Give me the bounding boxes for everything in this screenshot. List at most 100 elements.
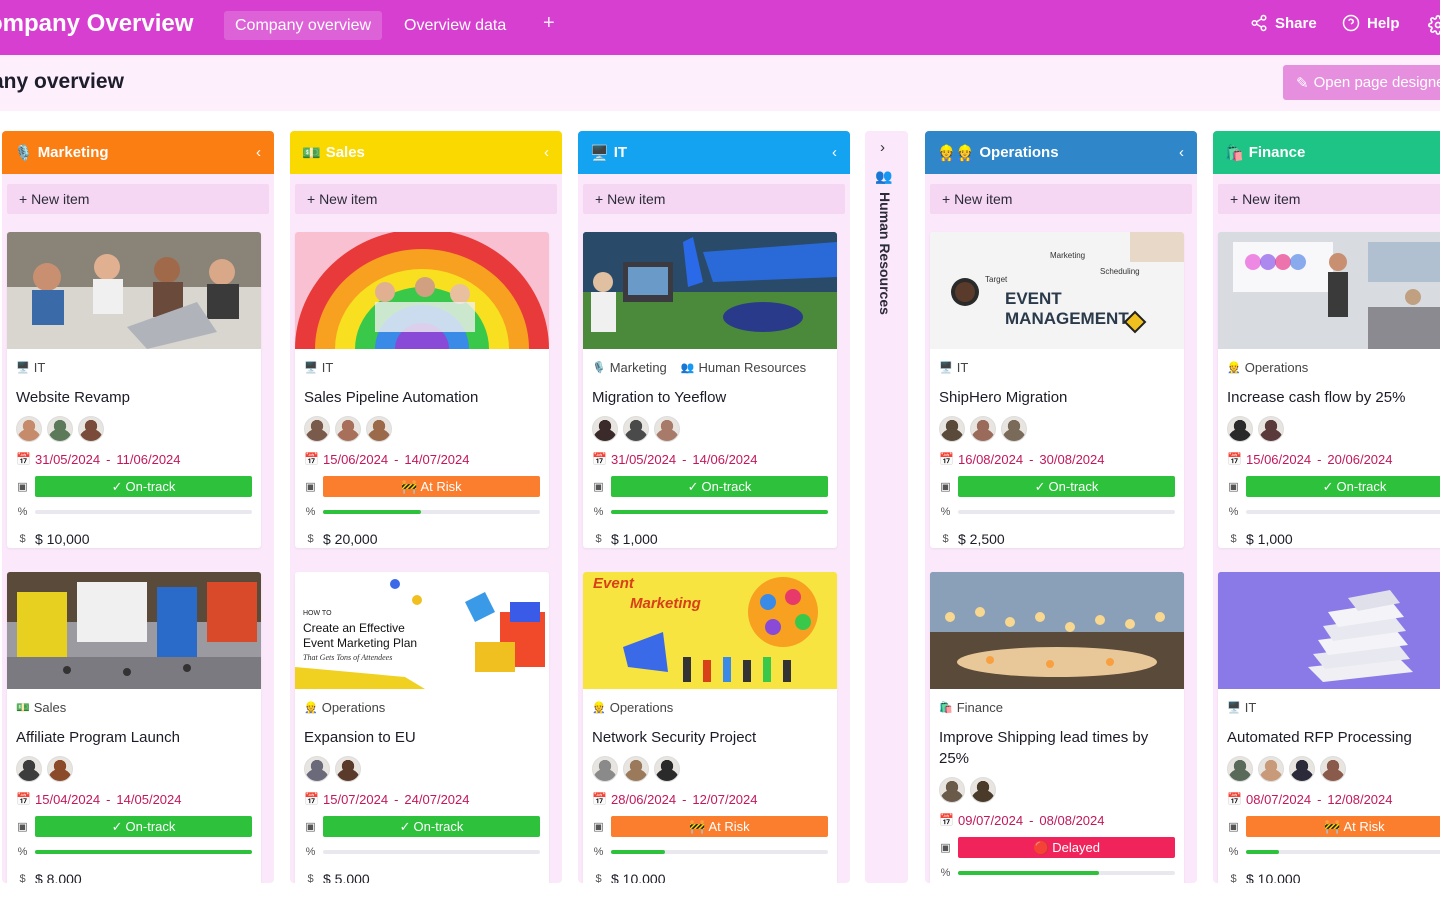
help-button[interactable]: Help: [1342, 14, 1400, 32]
status-badge[interactable]: ✓ On-track: [35, 476, 252, 497]
task-card[interactable]: 🖥️ IT Automated RFP Processing 📅 08/07/20…: [1218, 572, 1440, 883]
avatar[interactable]: [304, 416, 330, 442]
task-card[interactable]: 🖥️ IT Website Revamp 📅 31/05/2024 - 11/06…: [7, 232, 261, 548]
task-card[interactable]: 👷 Operations Increase cash flow by 25% 📅 …: [1218, 232, 1440, 548]
column-header[interactable]: 👷👷 Operations ‹: [925, 131, 1197, 174]
task-card[interactable]: 🛍️ Finance Improve Shipping lead times by…: [930, 572, 1184, 883]
task-card[interactable]: EVENT MANAGEMENT Marketing Scheduling Target…: [930, 232, 1184, 548]
column-human-resources-collapsed[interactable]: › 👥 Human Resources: [865, 131, 908, 883]
avatar[interactable]: [592, 416, 618, 442]
card-department-tag: 👷 Operations: [304, 699, 540, 715]
settings-button[interactable]: [1428, 15, 1440, 40]
column-header[interactable]: 💵 Sales ‹: [290, 131, 562, 174]
budget-row: $ $ 20,000: [304, 530, 540, 548]
tab-company-overview[interactable]: Company overview: [224, 11, 383, 40]
avatar[interactable]: [1258, 416, 1284, 442]
avatar[interactable]: [335, 756, 361, 782]
new-item-button[interactable]: + New item: [930, 184, 1192, 214]
avatar[interactable]: [16, 416, 42, 442]
status-label: At Risk: [1343, 819, 1385, 834]
avatar[interactable]: [623, 756, 649, 782]
avatar[interactable]: [970, 416, 996, 442]
avatar[interactable]: [366, 416, 392, 442]
status-badge[interactable]: ✓ On-track: [611, 476, 828, 497]
status-badge[interactable]: 🔴 Delayed: [958, 837, 1175, 858]
avatar[interactable]: [335, 416, 361, 442]
avatar[interactable]: [1227, 416, 1253, 442]
calendar-icon: 📅: [1227, 452, 1242, 466]
column-header[interactable]: 🛍️Finance ‹: [1213, 131, 1440, 174]
status-icon: ✓: [687, 478, 699, 494]
task-card[interactable]: 💵 Sales Affiliate Program Launch 📅 15/04/…: [7, 572, 261, 883]
date-separator: -: [394, 791, 399, 807]
avatar[interactable]: [304, 756, 330, 782]
tab-overview-data[interactable]: Overview data: [393, 11, 517, 40]
column-header[interactable]: 🖥️ IT ‹: [578, 131, 850, 174]
add-tab-button[interactable]: +: [543, 12, 555, 35]
open-page-designer-button[interactable]: ✎ Open page designe: [1283, 65, 1440, 100]
calendar-icon: 📅: [1227, 792, 1242, 806]
avatar[interactable]: [654, 756, 680, 782]
status-badge[interactable]: 🚧 At Risk: [323, 476, 540, 497]
column-finance: 🛍️Finance ‹ + New item 👷Operations Incre…: [1213, 131, 1440, 883]
card-cover-image: [7, 232, 261, 349]
avatar[interactable]: [592, 756, 618, 782]
date-separator: -: [106, 451, 111, 467]
svg-text:Target: Target: [985, 275, 1008, 284]
date-separator: -: [106, 791, 111, 807]
assignee-avatars: [939, 777, 1175, 803]
avatar[interactable]: [1289, 756, 1315, 782]
avatar[interactable]: [47, 756, 73, 782]
card-cover-image: HOW TO Create an Effective Event Marketing…: [295, 572, 549, 689]
collapse-column-chevron-icon[interactable]: ‹: [256, 144, 261, 161]
status-badge[interactable]: ✓ On-track: [1246, 476, 1440, 497]
end-date: 20/06/2024: [1327, 451, 1393, 467]
avatar[interactable]: [1227, 756, 1253, 782]
avatar[interactable]: [1320, 756, 1346, 782]
task-card[interactable]: Event Marketing 👷 Operations Network Secur…: [583, 572, 837, 883]
column-it: 🖥️ IT ‹ + New item 🎙️ Marketing 👥 Human Reso…: [578, 131, 850, 883]
column-header[interactable]: 🎙️ Marketing ‹: [2, 131, 274, 174]
status-badge[interactable]: 🚧 At Risk: [1246, 816, 1440, 837]
avatar[interactable]: [78, 416, 104, 442]
tag-label: Marketing: [609, 359, 667, 375]
avatar[interactable]: [16, 756, 42, 782]
svg-text:Marketing: Marketing: [1050, 251, 1085, 260]
avatar[interactable]: [939, 777, 965, 803]
avatar[interactable]: [939, 416, 965, 442]
avatar[interactable]: [654, 416, 680, 442]
task-card[interactable]: 🖥️ IT Sales Pipeline Automation 📅 15/06/2…: [295, 232, 549, 548]
new-item-button[interactable]: + New item: [295, 184, 557, 214]
avatar[interactable]: [970, 777, 996, 803]
status-icon: ✓: [111, 818, 123, 834]
column-title: 🖥️ IT: [590, 144, 627, 162]
column-title: 👷👷 Operations: [937, 144, 1059, 162]
tag-icon: 👷: [1227, 361, 1241, 374]
new-item-button[interactable]: + New item: [1218, 184, 1440, 214]
status-badge[interactable]: 🚧 At Risk: [611, 816, 828, 837]
percent-icon: %: [305, 846, 316, 858]
task-card[interactable]: HOW TO Create an Effective Event Marketing…: [295, 572, 549, 883]
new-item-button[interactable]: + New item: [583, 184, 845, 214]
collapse-column-chevron-icon[interactable]: ‹: [1179, 144, 1184, 161]
dollar-icon: $: [595, 533, 602, 545]
status-label: On-track: [125, 479, 176, 494]
share-button[interactable]: Share: [1250, 14, 1317, 32]
card-cover-image: [295, 232, 549, 349]
date-range: 📅 15/06/2024 - 14/07/2024: [304, 451, 540, 467]
expand-column-chevron-icon[interactable]: ›: [880, 139, 885, 156]
tag-label: IT: [956, 359, 969, 375]
task-card[interactable]: 🎙️ Marketing 👥 Human Resources Migration to…: [583, 232, 837, 548]
svg-text:MANAGEMENT: MANAGEMENT: [1005, 309, 1129, 328]
calendar-icon: 📅: [304, 792, 319, 806]
avatar[interactable]: [1258, 756, 1284, 782]
status-badge[interactable]: ✓ On-track: [958, 476, 1175, 497]
avatar[interactable]: [47, 416, 73, 442]
avatar[interactable]: [623, 416, 649, 442]
avatar[interactable]: [1001, 416, 1027, 442]
collapse-column-chevron-icon[interactable]: ‹: [832, 144, 837, 161]
status-badge[interactable]: ✓ On-track: [323, 816, 540, 837]
new-item-button[interactable]: + New item: [7, 184, 269, 214]
collapse-column-chevron-icon[interactable]: ‹: [544, 144, 549, 161]
status-badge[interactable]: ✓ On-track: [35, 816, 252, 837]
